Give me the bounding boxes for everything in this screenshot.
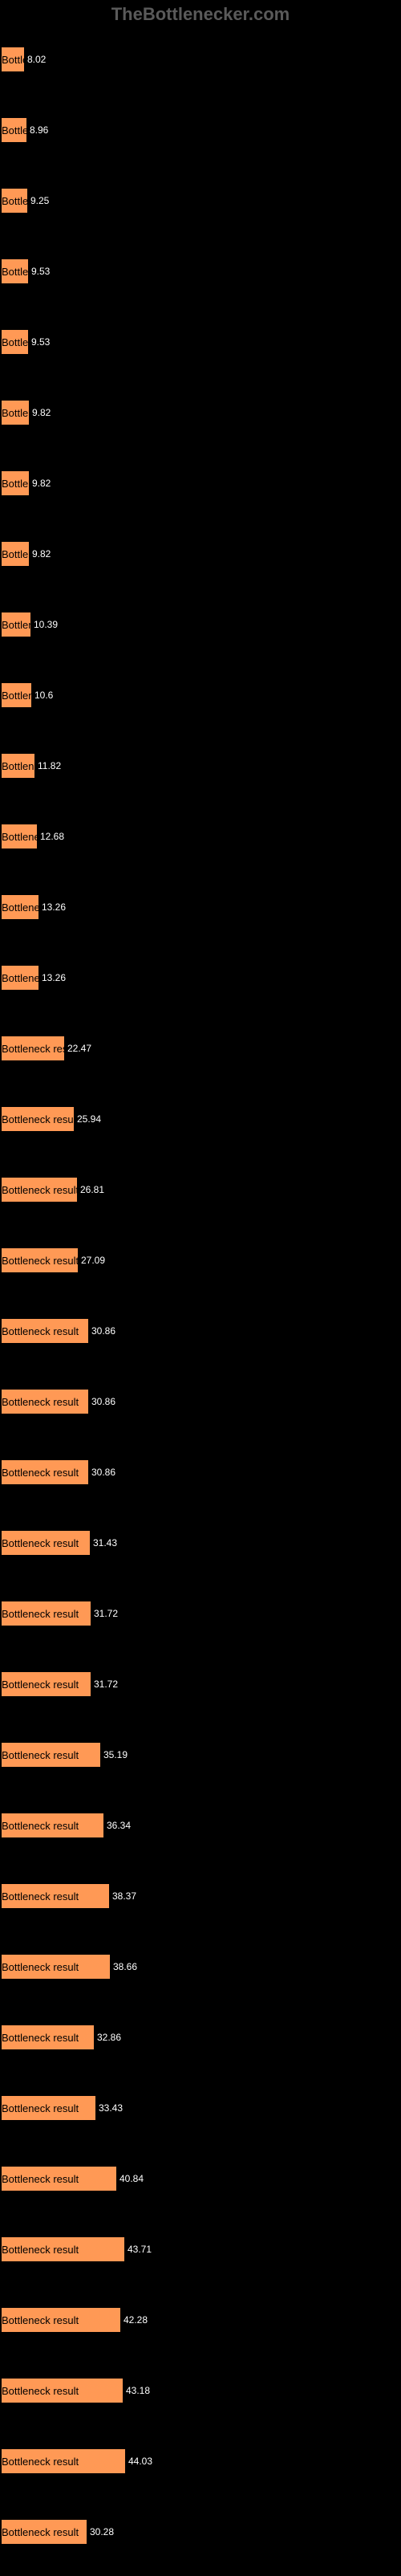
chart-row: Bottleneck result26.81 bbox=[0, 1163, 401, 1234]
chart-row: Bottleneck result 36.34 bbox=[0, 1799, 401, 1870]
chart-row: Bottleneck result8.02 bbox=[0, 33, 401, 104]
chart-row: Bottleneck result9.82 bbox=[0, 457, 401, 527]
bar-value: 9.25 bbox=[27, 189, 49, 213]
bar-label: Bottleneck result bbox=[2, 1884, 79, 1908]
bar-value: 25.94 bbox=[74, 1107, 101, 1131]
bar-value: 12.68 bbox=[37, 824, 64, 848]
bar-value: 44.03 bbox=[125, 2449, 152, 2473]
bar-value: 30.86 bbox=[88, 1390, 115, 1414]
chart-row: Bottleneck result 38.66 bbox=[0, 1940, 401, 2011]
bar-label: Bottleneck result bbox=[2, 1178, 79, 1202]
bar-value: 9.53 bbox=[28, 259, 50, 283]
chart-row: Bottleneck result 43.18 bbox=[0, 2364, 401, 2435]
bar-value: 33.43 bbox=[95, 2096, 123, 2120]
bar-label: Bottleneck result bbox=[2, 1813, 79, 1837]
chart-row: Bottleneck result 32.86 bbox=[0, 2011, 401, 2082]
chart-row: Bottleneck result11.82 bbox=[0, 739, 401, 810]
bar-label: Bottleneck result bbox=[2, 1672, 79, 1696]
chart-row: Bottleneck result 33.43 bbox=[0, 2082, 401, 2152]
chart-row: Bottleneck result 31.72 bbox=[0, 1658, 401, 1728]
bar-label: Bottleneck result bbox=[2, 2096, 79, 2120]
bar-value: 43.71 bbox=[124, 2237, 152, 2261]
chart-row: Bottleneck result 43.71 bbox=[0, 2223, 401, 2293]
bar-value: 32.86 bbox=[94, 2025, 121, 2049]
chart-row: Bottleneck result10.6 bbox=[0, 669, 401, 739]
chart-row: Bottleneck result 31.43 bbox=[0, 1516, 401, 1587]
bar-label: Bottleneck result bbox=[2, 1390, 79, 1414]
bar-value: 27.09 bbox=[78, 1248, 105, 1272]
chart-row: Bottleneck result9.53 bbox=[0, 245, 401, 315]
bar-value: 8.96 bbox=[26, 118, 48, 142]
bar-label: Bottleneck result bbox=[2, 2308, 79, 2332]
bar-chart: Bottleneck result8.02Bottleneck result8.… bbox=[0, 33, 401, 2576]
bar-value: 43.18 bbox=[123, 2379, 150, 2403]
bar-value: 9.82 bbox=[29, 401, 51, 425]
chart-row: Bottleneck result12.68 bbox=[0, 810, 401, 881]
bar-value: 10.6 bbox=[31, 683, 53, 707]
bar-label: Bottleneck result bbox=[2, 2237, 79, 2261]
bar-value: 31.43 bbox=[90, 1531, 117, 1555]
chart-row: Bottleneck result 30.86 bbox=[0, 1446, 401, 1516]
chart-row: Bottleneck result 44.03 bbox=[0, 2435, 401, 2505]
bar-value: 11.82 bbox=[34, 754, 61, 778]
bar-value: 31.72 bbox=[91, 1601, 118, 1626]
bar-label: Bottleneck result bbox=[2, 1531, 79, 1555]
chart-row: Bottleneck result 35.19 bbox=[0, 1728, 401, 1799]
chart-row: Bottleneck result 40.84 bbox=[0, 2152, 401, 2223]
chart-row: Bottleneck result 38.37 bbox=[0, 1870, 401, 1940]
bar-value: 10.39 bbox=[30, 612, 58, 637]
bar-value: 9.82 bbox=[29, 542, 51, 566]
bar-label: Bottleneck result bbox=[2, 1460, 79, 1484]
chart-row: Bottleneck result10.39 bbox=[0, 598, 401, 669]
bar-value: 40.84 bbox=[116, 2167, 144, 2191]
chart-row: Bottleneck result 30.28 bbox=[0, 2505, 401, 2576]
bar-value: 22.47 bbox=[64, 1036, 91, 1060]
chart-row: Bottleneck result9.82 bbox=[0, 386, 401, 457]
chart-row: Bottleneck result13.26 bbox=[0, 951, 401, 1022]
bar-value: 9.53 bbox=[28, 330, 50, 354]
bar-label: Bottleneck result bbox=[2, 1248, 79, 1272]
bar-value: 31.72 bbox=[91, 1672, 118, 1696]
bar-label: Bottleneck result bbox=[2, 2520, 79, 2544]
bar-value: 38.66 bbox=[110, 1955, 137, 1979]
bar-value: 13.26 bbox=[38, 895, 66, 919]
chart-row: Bottleneck result9.53 bbox=[0, 315, 401, 386]
bar-value: 30.86 bbox=[88, 1460, 115, 1484]
bar-label: Bottleneck result bbox=[2, 2025, 79, 2049]
bar-label: Bottleneck result bbox=[2, 1743, 79, 1767]
bar-value: 13.26 bbox=[38, 966, 66, 990]
bar-value: 8.02 bbox=[24, 47, 46, 71]
bar-value: 9.82 bbox=[29, 471, 51, 495]
bar-label: Bottleneck result bbox=[2, 2449, 79, 2473]
chart-row: Bottleneck result9.25 bbox=[0, 174, 401, 245]
chart-row: Bottleneck result 30.86 bbox=[0, 1304, 401, 1375]
bar-label: Bottleneck result bbox=[2, 1107, 79, 1131]
chart-row: Bottleneck result22.47 bbox=[0, 1022, 401, 1093]
bar-label: Bottleneck result bbox=[2, 1955, 79, 1979]
bar-value: 42.28 bbox=[120, 2308, 148, 2332]
bar-label: Bottleneck result bbox=[2, 1601, 79, 1626]
chart-row: Bottleneck result9.82 bbox=[0, 527, 401, 598]
bar-label: Bottleneck result bbox=[2, 1319, 79, 1343]
bar-value: 36.34 bbox=[103, 1813, 131, 1837]
bar-value: 35.19 bbox=[100, 1743, 128, 1767]
watermark-text: TheBottlenecker.com bbox=[0, 0, 401, 33]
bar-value: 26.81 bbox=[77, 1178, 104, 1202]
chart-row: Bottleneck result 31.72 bbox=[0, 1587, 401, 1658]
chart-row: Bottleneck result 30.86 bbox=[0, 1375, 401, 1446]
chart-row: Bottleneck result8.96 bbox=[0, 104, 401, 174]
chart-row: Bottleneck result13.26 bbox=[0, 881, 401, 951]
bar-label: Bottleneck result bbox=[2, 2379, 79, 2403]
bar-value: 38.37 bbox=[109, 1884, 136, 1908]
bar-value: 30.86 bbox=[88, 1319, 115, 1343]
bar-value: 30.28 bbox=[87, 2520, 114, 2544]
chart-row: Bottleneck result25.94 bbox=[0, 1093, 401, 1163]
chart-row: Bottleneck result 42.28 bbox=[0, 2293, 401, 2364]
chart-row: Bottleneck result27.09 bbox=[0, 1234, 401, 1304]
bar-label: Bottleneck result bbox=[2, 2167, 79, 2191]
